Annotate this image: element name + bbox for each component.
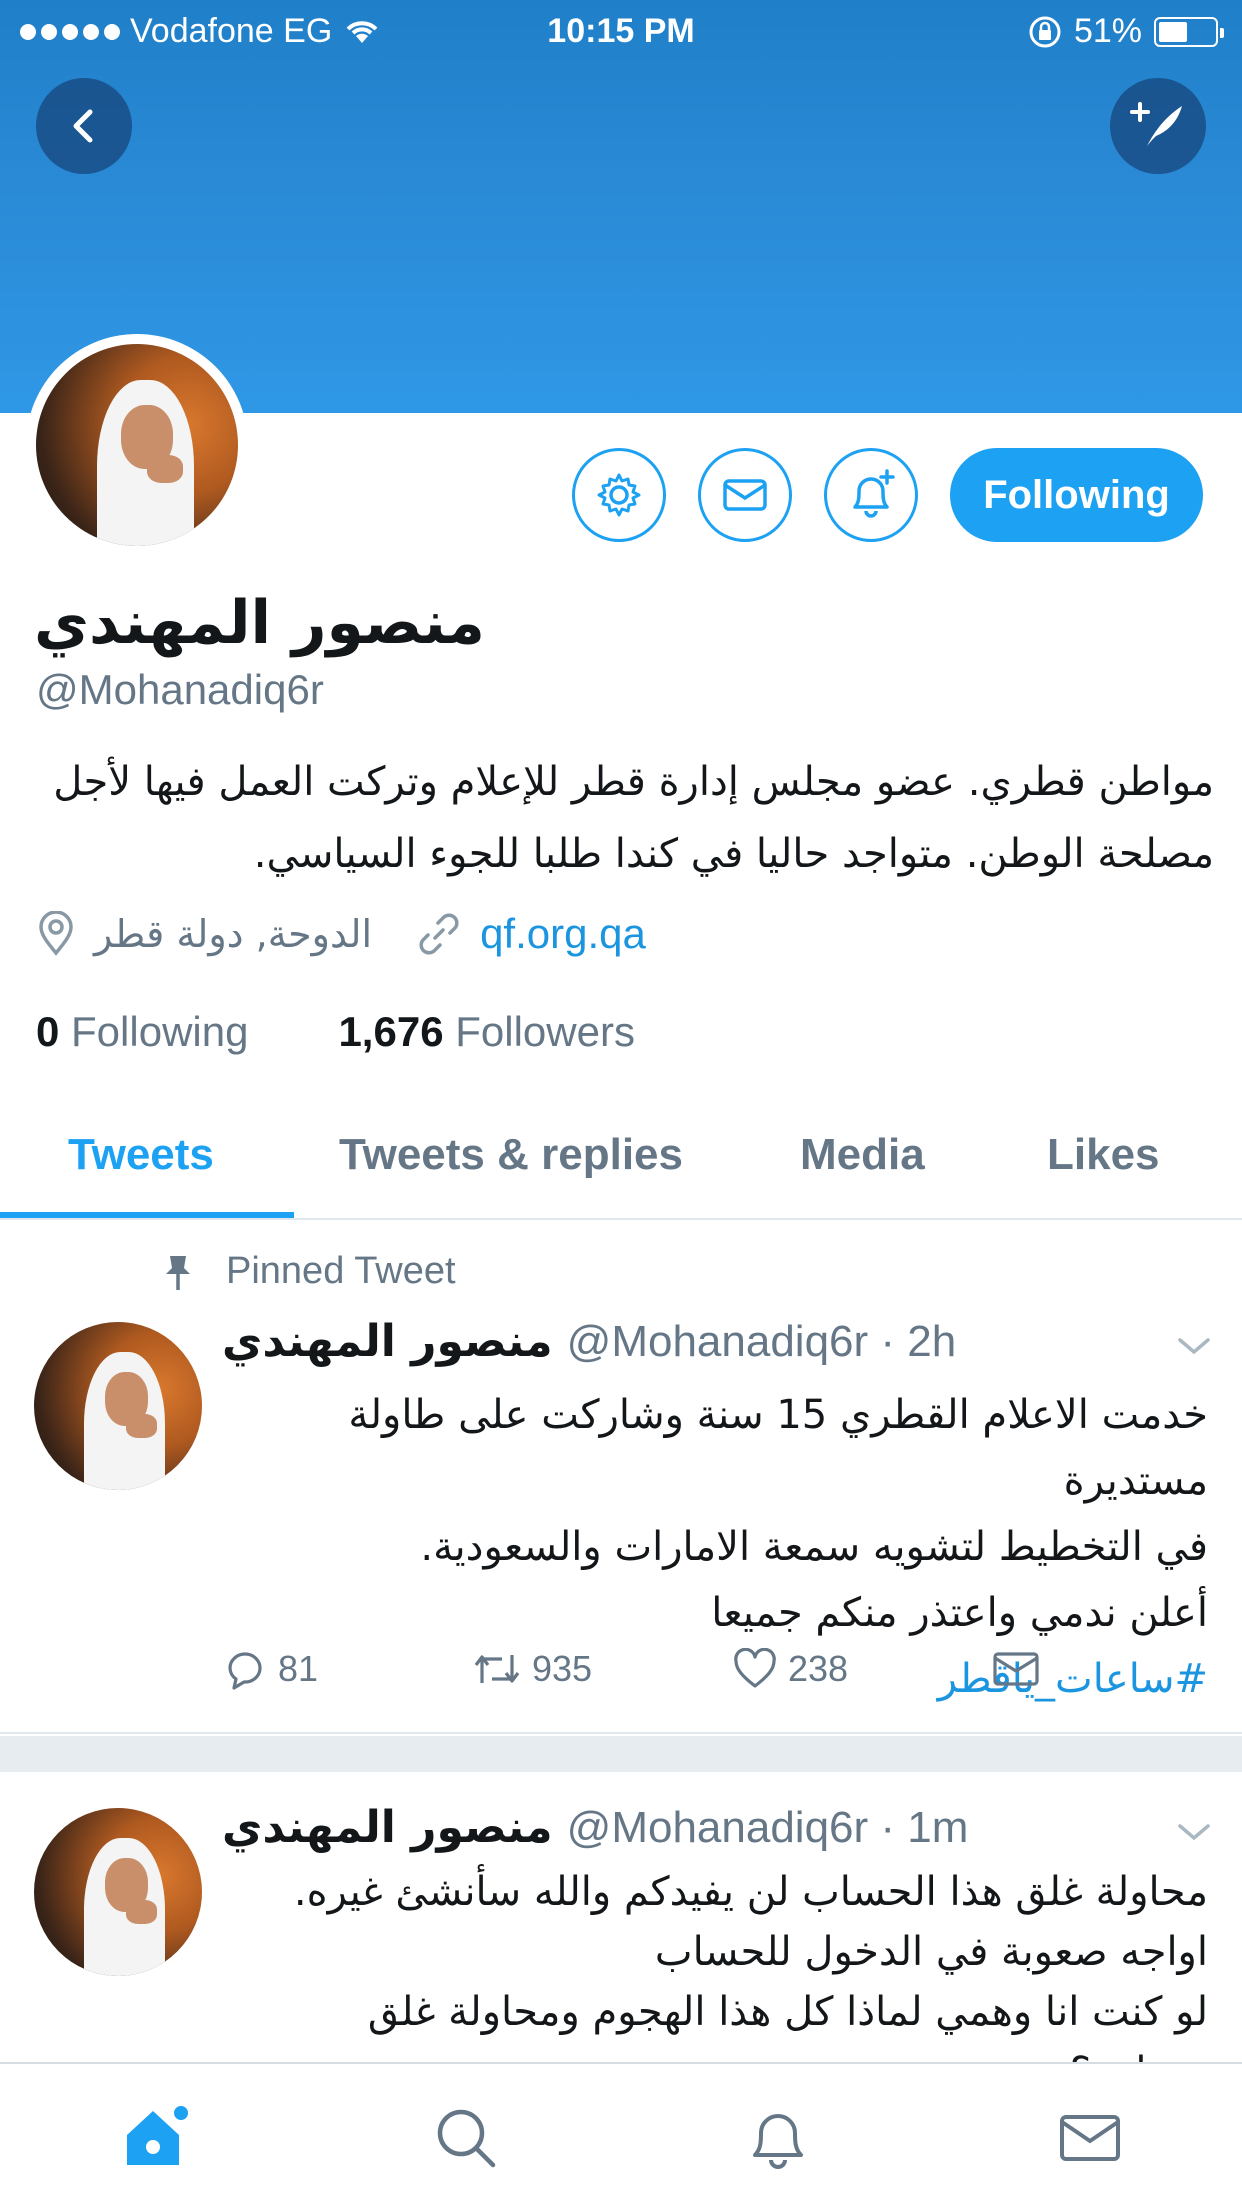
home-icon (127, 2106, 188, 2165)
profile-bio: مواطن قطري. عضو مجلس إدارة قطر للإعلام و… (34, 746, 1214, 890)
back-button[interactable] (36, 78, 132, 174)
tweet-card[interactable]: منصور المهندي @Mohanadiq6r · 1m محاولة غل… (0, 1772, 1242, 2095)
tweet-separator (0, 1736, 1242, 1772)
message-button[interactable] (698, 448, 792, 542)
orientation-lock-icon (1029, 16, 1061, 47)
tweet-avatar[interactable] (34, 1808, 202, 1976)
envelope-icon (993, 1652, 1039, 1686)
bottom-tab-bar (0, 2062, 1242, 2208)
tweet-time: · 2h (880, 1317, 957, 1366)
pinned-indicator: Pinned Tweet (160, 1250, 456, 1293)
tweet-line: خدمت الاعلام القطري 15 سنة وشاركت على طا… (348, 1392, 1208, 1504)
tweet-author-name[interactable]: منصور المهندي (222, 1316, 553, 1367)
notifications-icon (753, 2114, 803, 2169)
pinned-label: Pinned Tweet (226, 1250, 456, 1292)
chevron-left-icon (73, 109, 93, 143)
tweet-time: · 1m (880, 1803, 969, 1852)
tweet-line: أعلن ندمي واعتذر منكم جميعا (711, 1590, 1208, 1636)
tweet-author-handle: @Mohanadiq6r (566, 1803, 869, 1852)
reply-icon (228, 1652, 262, 1690)
followers-label: Followers (455, 1008, 635, 1055)
followers-count-link[interactable]: 1,676 Followers (338, 1008, 635, 1056)
tab-tweets-replies[interactable]: Tweets & replies (339, 1130, 683, 1180)
compose-tweet-icon (1130, 102, 1182, 148)
reply-button[interactable]: 81 (222, 1646, 472, 1692)
gear-icon (597, 473, 641, 517)
profile-meta: الدوحة, دولة قطر qf.org.qa (36, 910, 646, 958)
following-count: 0 (36, 1008, 60, 1055)
tweet-header: منصور المهندي @Mohanadiq6r · 2h (222, 1316, 956, 1367)
retweet-button[interactable]: 935 (472, 1646, 732, 1692)
retweet-icon (474, 1655, 520, 1683)
followers-count: 1,676 (338, 1008, 444, 1055)
tab-tweets[interactable]: Tweets (68, 1130, 214, 1180)
heart-icon (734, 1648, 776, 1688)
messages-icon (1060, 2115, 1120, 2161)
profile-tabs: Tweets Tweets & replies Media Likes (0, 1100, 1242, 1220)
messages-tab[interactable] (1050, 2098, 1130, 2178)
pin-icon (166, 1255, 190, 1290)
chevron-down-icon[interactable] (1176, 1334, 1212, 1358)
profile-handle: @Mohanadiq6r (36, 666, 324, 713)
notifications-toggle-button[interactable] (824, 448, 918, 542)
battery-percent: 51% (1073, 12, 1142, 50)
bio-line-2: مصلحة الوطن. متواجد حاليا في كندا طلبا ل… (253, 831, 1214, 877)
profile-avatar[interactable] (26, 334, 248, 556)
tweet-line: في التخطيط لتشويه سمعة الامارات والسعودي… (420, 1524, 1208, 1570)
tweet-line: اواجه صعوبة في الدخول للحساب (654, 1929, 1208, 1975)
tab-likes[interactable]: Likes (1047, 1130, 1160, 1180)
link-icon (419, 913, 459, 955)
status-bar: Vodafone EG 10:15 PM 51% (0, 0, 1242, 62)
profile-counts: 0 Following 1,676 Followers (36, 1008, 635, 1056)
reply-count: 81 (278, 1648, 319, 1689)
tweet-author-name[interactable]: منصور المهندي (222, 1802, 553, 1853)
tab-media[interactable]: Media (800, 1130, 925, 1180)
profile-location: الدوحة, دولة قطر (94, 912, 373, 956)
home-tab[interactable] (116, 2098, 196, 2178)
like-button[interactable]: 238 (732, 1646, 992, 1692)
retweet-count: 935 (532, 1648, 593, 1689)
dm-share-button[interactable] (992, 1646, 1040, 1692)
bell-add-icon (853, 469, 895, 518)
tweet-line: محاولة غلق هذا الحساب لن يفيدكم والله سأ… (293, 1869, 1208, 1915)
location-pin-icon (39, 911, 73, 956)
tweet-avatar[interactable] (34, 1322, 202, 1490)
like-count: 238 (788, 1648, 849, 1689)
search-icon (437, 2109, 496, 2168)
chevron-down-icon[interactable] (1176, 1820, 1212, 1844)
profile-website-link[interactable]: qf.org.qa (480, 910, 646, 958)
following-label: Following (71, 1008, 249, 1055)
tweet-actions: 81 935 238 (222, 1646, 1062, 1692)
following-button[interactable]: Following (950, 448, 1203, 542)
tweet-author-handle: @Mohanadiq6r (566, 1317, 869, 1366)
compose-tweet-button[interactable] (1110, 78, 1206, 174)
tweet-header: منصور المهندي @Mohanadiq6r · 1m (222, 1802, 968, 1853)
settings-button[interactable] (572, 448, 666, 542)
tweet-card[interactable]: Pinned Tweet منصور المهندي @Mohanadiq6r ·… (0, 1222, 1242, 1734)
profile-name: منصور المهندي (34, 588, 485, 658)
battery-icon (1154, 16, 1224, 47)
avatar-image (36, 344, 238, 546)
active-tab-indicator (0, 1212, 294, 1218)
bio-line-1: مواطن قطري. عضو مجلس إدارة قطر للإعلام و… (53, 759, 1214, 805)
envelope-icon (723, 479, 767, 511)
following-count-link[interactable]: 0 Following (36, 1008, 248, 1056)
notifications-tab[interactable] (738, 2098, 818, 2178)
search-tab[interactable] (426, 2098, 506, 2178)
